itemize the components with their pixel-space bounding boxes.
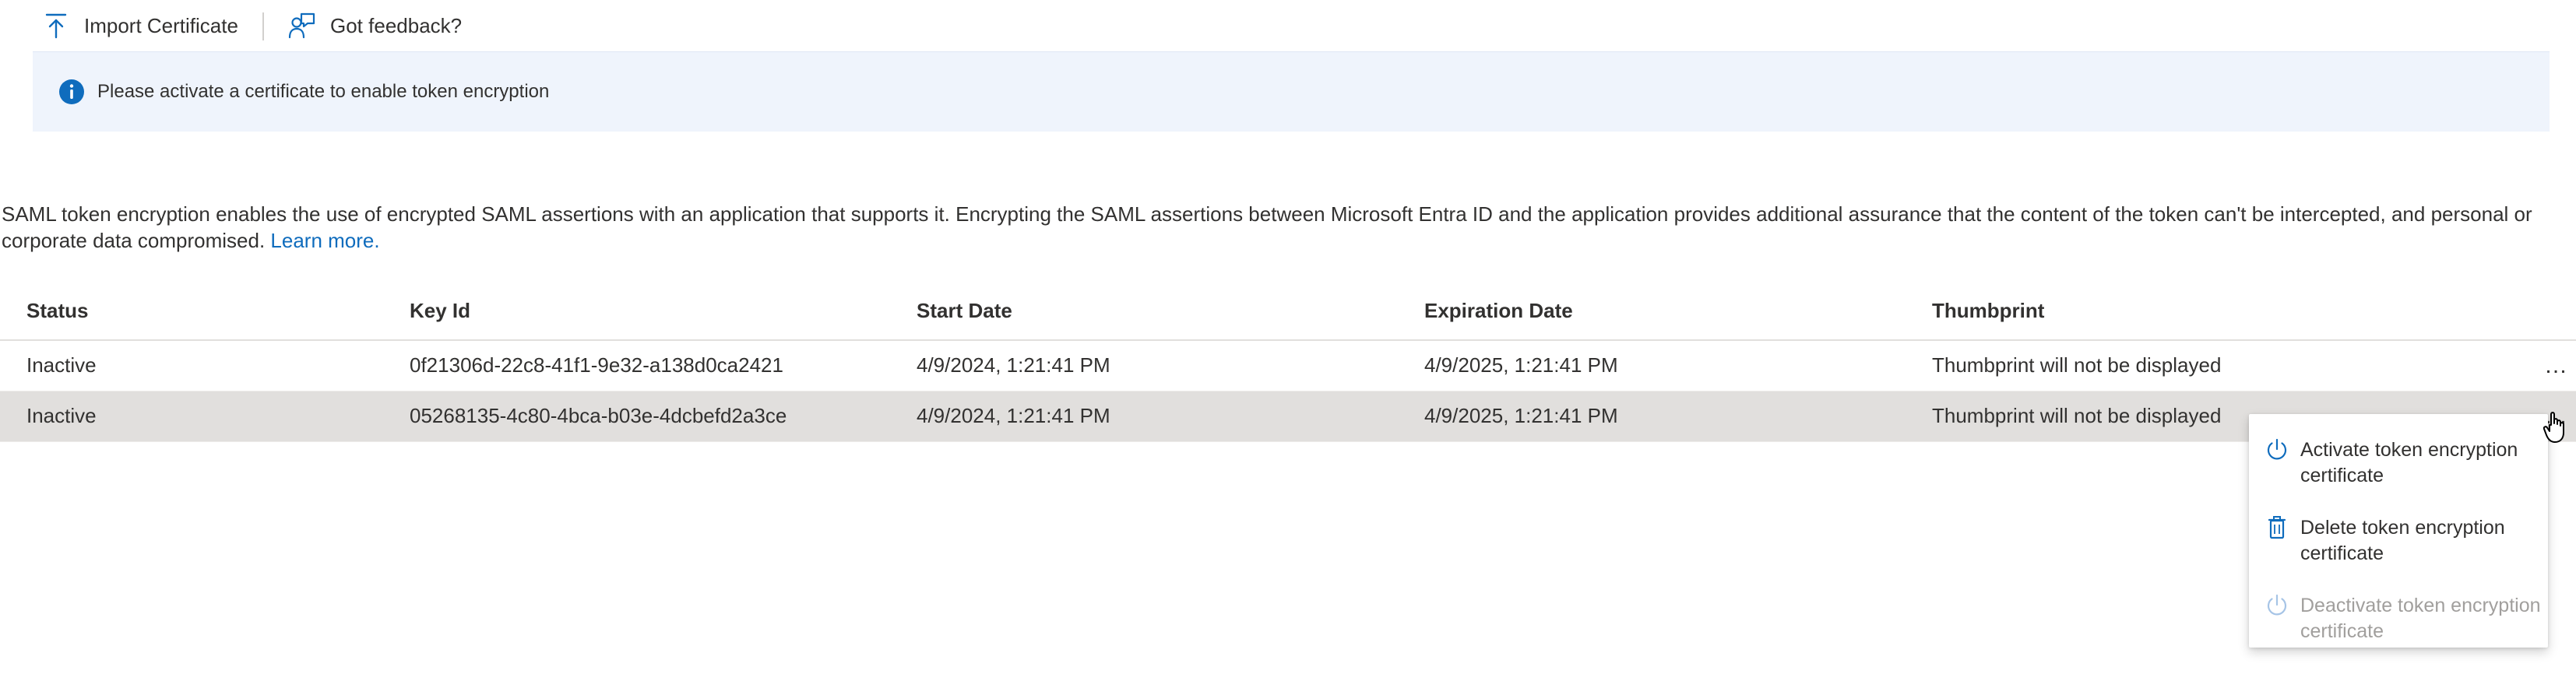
upload-icon bbox=[40, 10, 72, 41]
column-header-expiration-date[interactable]: Expiration Date bbox=[1424, 299, 1573, 323]
cell-key-id: 0f21306d-22c8-41f1-9e32-a138d0ca2421 bbox=[410, 353, 783, 377]
column-header-key-id[interactable]: Key Id bbox=[410, 299, 470, 323]
more-options-button[interactable]: … bbox=[2536, 350, 2576, 381]
import-certificate-button[interactable]: Import Certificate bbox=[40, 0, 238, 51]
got-feedback-button[interactable]: Got feedback? bbox=[287, 0, 462, 51]
cell-thumbprint: Thumbprint will not be displayed bbox=[1932, 353, 2222, 377]
cell-key-id: 05268135-4c80-4bca-b03e-4dcbefd2a3ce bbox=[410, 404, 787, 427]
column-header-thumbprint[interactable]: Thumbprint bbox=[1932, 299, 2044, 323]
delete-certificate-label: Delete token encryption certificate bbox=[2300, 517, 2505, 564]
cell-status: Inactive bbox=[26, 353, 97, 377]
cell-thumbprint: Thumbprint will not be displayed bbox=[1932, 404, 2222, 427]
deactivate-certificate-menu-item[interactable]: Deactivate token encryption certificate bbox=[2249, 584, 2548, 658]
got-feedback-label: Got feedback? bbox=[330, 13, 463, 37]
command-bar: Import Certificate Got feedback? bbox=[0, 0, 2576, 51]
info-icon bbox=[58, 79, 85, 105]
hand-cursor-icon bbox=[2542, 408, 2573, 445]
deactivate-certificate-label: Deactivate token encryption certificate bbox=[2300, 595, 2541, 642]
description-body: SAML token encryption enables the use of… bbox=[2, 202, 2532, 252]
column-header-start-date[interactable]: Start Date bbox=[917, 299, 1012, 323]
table-row[interactable]: Inactive 05268135-4c80-4bca-b03e-4dcbefd… bbox=[0, 391, 2576, 442]
certificates-table: Status Key Id Start Date Expiration Date… bbox=[0, 285, 2576, 442]
banner-message: Please activate a certificate to enable … bbox=[97, 81, 550, 102]
activate-certificate-label: Activate token encryption certificate bbox=[2300, 439, 2518, 486]
trash-icon bbox=[2263, 514, 2291, 542]
context-menu: Activate token encryption certificate De… bbox=[2249, 414, 2548, 648]
power-icon bbox=[2263, 592, 2291, 620]
table-header: Status Key Id Start Date Expiration Date… bbox=[0, 285, 2576, 341]
learn-more-link[interactable]: Learn more. bbox=[270, 229, 379, 252]
delete-certificate-menu-item[interactable]: Delete token encryption certificate bbox=[2249, 506, 2548, 581]
toolbar-divider bbox=[262, 12, 264, 40]
cell-status: Inactive bbox=[26, 404, 97, 427]
table-row[interactable]: Inactive 0f21306d-22c8-41f1-9e32-a138d0c… bbox=[0, 341, 2576, 391]
import-certificate-label: Import Certificate bbox=[84, 13, 238, 37]
cell-expiration-date: 4/9/2025, 1:21:41 PM bbox=[1424, 353, 1618, 377]
column-header-status[interactable]: Status bbox=[26, 299, 88, 323]
cell-start-date: 4/9/2024, 1:21:41 PM bbox=[917, 404, 1110, 427]
power-icon bbox=[2263, 436, 2291, 464]
info-banner: Please activate a certificate to enable … bbox=[33, 51, 2550, 132]
cell-start-date: 4/9/2024, 1:21:41 PM bbox=[917, 353, 1110, 377]
activate-certificate-menu-item[interactable]: Activate token encryption certificate bbox=[2249, 428, 2548, 503]
cell-expiration-date: 4/9/2025, 1:21:41 PM bbox=[1424, 404, 1618, 427]
description-text: SAML token encryption enables the use of… bbox=[2, 201, 2564, 254]
feedback-icon bbox=[287, 10, 318, 41]
